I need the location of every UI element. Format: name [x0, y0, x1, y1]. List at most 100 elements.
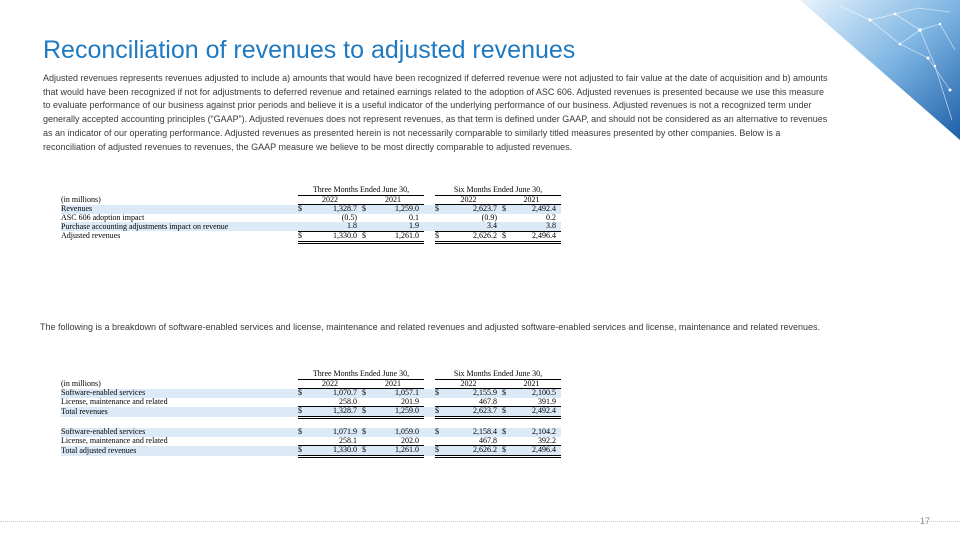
header-gap [424, 195, 435, 205]
value-cell: 1,330.0 [307, 445, 362, 458]
dollar-sign [298, 222, 307, 232]
units-label: (in millions) [61, 379, 101, 388]
dollar-sign: $ [298, 204, 307, 214]
col-gap [424, 406, 435, 418]
value-cell: 0.2 [546, 213, 556, 222]
header-gap [424, 370, 435, 379]
dollar-sign: $ [435, 427, 444, 437]
group-header-six-months: Six Months Ended June 30, [435, 186, 561, 196]
dollar-sign [435, 398, 444, 407]
value-cell: 1,328.7 [307, 204, 362, 214]
table-row: ASC 606 adoption impact (0.5) 0.1 (0.9) 0.2 [61, 214, 561, 223]
value-cell: 1,057.1 [371, 388, 424, 398]
table-row: License, maintenance and related 258.0 201… [61, 398, 561, 407]
value-cell: 3.4 [444, 222, 502, 232]
dollar-sign [298, 398, 307, 407]
dollar-sign: $ [362, 445, 371, 458]
dollar-sign [362, 398, 371, 407]
year-header: 2021 [502, 379, 561, 390]
row-label: License, maintenance and related [61, 397, 168, 407]
col-gap [424, 214, 435, 223]
dollar-sign: $ [435, 204, 444, 214]
value-cell: 0.1 [409, 213, 419, 222]
value-cell: 2,158.4 [444, 427, 502, 437]
value-cell: 258.1 [339, 436, 357, 445]
year-header: 2022 [435, 195, 502, 206]
value-cell: 1,328.7 [307, 406, 362, 419]
value-cell: 2,623.7 [444, 204, 502, 214]
dollar-sign: $ [362, 230, 371, 244]
value-cell: 391.9 [538, 397, 556, 406]
value-cell: 1,261.0 [371, 445, 424, 458]
table-row: Total adjusted revenues $1,330.0 $1,261.0 $… [61, 445, 561, 458]
col-gap [424, 398, 435, 407]
header-blank [61, 370, 298, 379]
row-label: Software-enabled services [61, 388, 298, 398]
dollar-sign: $ [298, 445, 307, 458]
value-cell: 3.8 [511, 222, 561, 232]
header-gap [424, 379, 435, 389]
col-gap [424, 231, 435, 242]
row-label: Revenues [61, 204, 298, 214]
year-header: 2021 [362, 195, 424, 206]
col-gap [424, 427, 435, 437]
table-row: Total revenues $1,328.7 $1,259.0 $2,623.7 $2… [61, 406, 561, 419]
table-row: Adjusted revenues $1,330.0 $1,261.0 $2,626.… [61, 230, 561, 244]
value-cell: 467.8 [479, 436, 497, 445]
value-cell: 202.0 [401, 436, 419, 445]
value-cell: 1,059.0 [371, 427, 424, 437]
intro-paragraph: Adjusted revenues represents revenues ad… [43, 73, 828, 152]
value-cell: 392.2 [538, 436, 556, 445]
value-cell: 2,492.4 [511, 406, 561, 419]
dollar-sign [502, 222, 511, 232]
dollar-sign: $ [502, 204, 511, 214]
row-label: License, maintenance and related [61, 436, 168, 445]
row-label: Adjusted revenues [61, 231, 121, 241]
breakdown-table: Three Months Ended June 30, Six Months En… [61, 370, 561, 458]
value-cell: 467.8 [479, 397, 497, 406]
value-cell: 2,626.2 [444, 230, 502, 244]
dollar-sign: $ [362, 204, 371, 214]
row-label: Total adjusted revenues [61, 445, 298, 457]
value-cell: 1,259.0 [371, 204, 424, 214]
value-cell: 1,070.7 [307, 388, 362, 398]
units-label: (in millions) [61, 195, 101, 204]
value-cell: 1,261.0 [371, 230, 424, 244]
dollar-sign [502, 398, 511, 407]
page-number: 17 [919, 516, 930, 526]
dollar-sign: $ [435, 388, 444, 398]
value-cell: 2,100.5 [511, 388, 561, 398]
dollar-sign: $ [298, 230, 307, 244]
table-row: License, maintenance and related 258.1 202… [61, 437, 561, 446]
col-gap [424, 445, 435, 457]
value-cell: 1.8 [307, 222, 362, 232]
reconciliation-table: Three Months Ended June 30, Six Months En… [61, 186, 561, 244]
value-cell: 1,330.0 [307, 230, 362, 244]
dollar-sign: $ [298, 427, 307, 437]
dollar-sign [435, 437, 444, 446]
footer-divider [0, 521, 960, 522]
dollar-sign [435, 222, 444, 232]
value-cell: 2,155.9 [444, 388, 502, 398]
group-header-three-months: Three Months Ended June 30, [298, 370, 424, 380]
dollar-sign: $ [502, 445, 511, 458]
header-gap [424, 186, 435, 195]
value-cell: 1.9 [371, 222, 424, 232]
group-header-three-months: Three Months Ended June 30, [298, 186, 424, 196]
value-cell: 201.9 [401, 397, 419, 406]
dollar-sign: $ [435, 406, 444, 419]
row-spacer [61, 417, 561, 428]
dollar-sign [435, 214, 444, 223]
col-gap [424, 222, 435, 232]
row-label: Total revenues [61, 406, 298, 418]
row-label: Software-enabled services [61, 427, 298, 437]
slide-title: Reconciliation of revenues to adjusted r… [43, 36, 576, 64]
dollar-sign [502, 214, 511, 223]
dollar-sign: $ [502, 230, 511, 244]
col-gap [424, 204, 435, 214]
dollar-sign: $ [362, 406, 371, 419]
value-cell: 2,496.4 [511, 445, 561, 458]
value-cell: 2,626.2 [444, 445, 502, 458]
table-row: Revenues $1,328.7 $1,259.0 $2,623.7 $2,492.4 [61, 204, 561, 214]
year-header: 2021 [362, 379, 424, 390]
